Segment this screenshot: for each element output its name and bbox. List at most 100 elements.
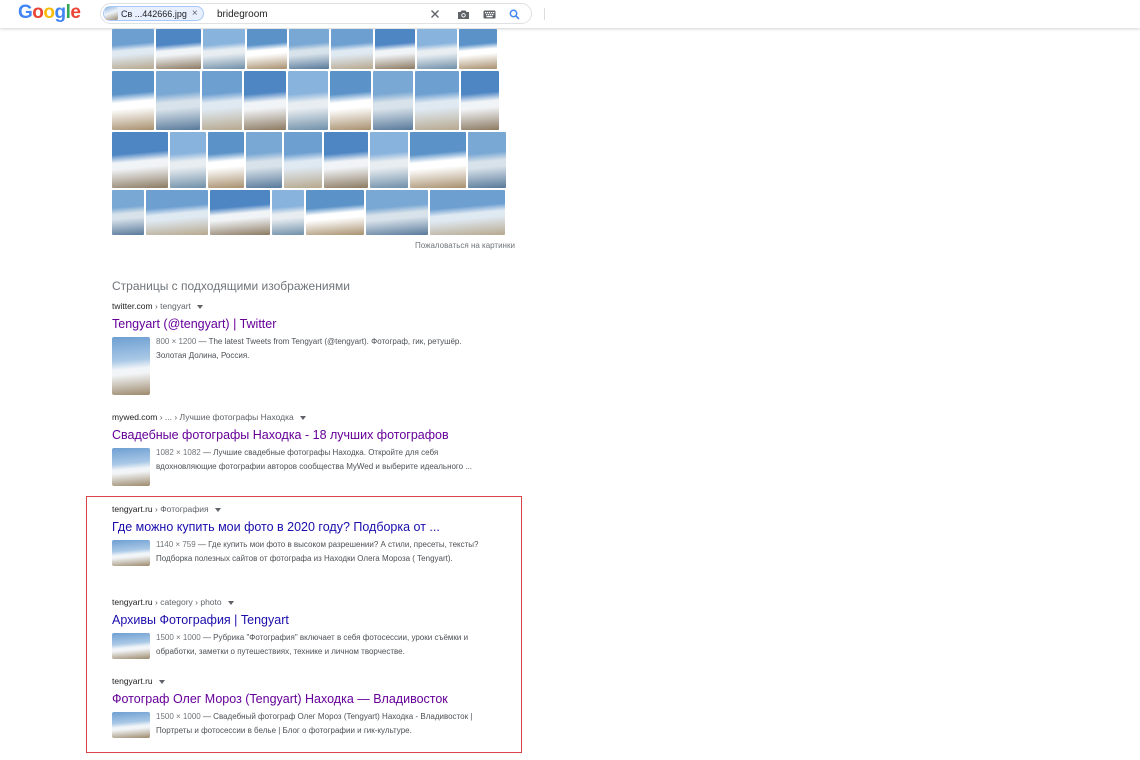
result-thumbnail[interactable]: [112, 712, 150, 738]
result-site: twitter.com: [112, 301, 153, 311]
result-title-link[interactable]: Архивы Фотография | Tengyart: [112, 611, 512, 629]
chip-label: Св ...442666.jpg: [121, 8, 187, 19]
image-thumbnail[interactable]: [170, 132, 206, 188]
result-title-link[interactable]: Свадебные фотографы Находка - 18 лучших …: [112, 426, 512, 444]
section-title: Страницы с подходящими изображениями: [112, 279, 351, 293]
search-result: tengyart.ru › Фотография Где можно купить…: [112, 503, 512, 568]
logo-letter: o: [32, 2, 44, 23]
image-thumbnail[interactable]: [284, 132, 322, 188]
result-dimensions: 1500 × 1000: [156, 712, 201, 721]
image-thumbnail[interactable]: [324, 132, 368, 188]
image-thumbnail[interactable]: [330, 71, 371, 130]
report-images-link[interactable]: Пожаловаться на картинки: [415, 241, 515, 250]
image-thumbnail[interactable]: [112, 190, 144, 235]
search-result: tengyart.ru Фотограф Олег Мороз (Tengyart…: [112, 675, 512, 740]
result-snippet: 1140 × 759 — Где купить мои фото в высок…: [156, 538, 486, 566]
result-thumbnail[interactable]: [112, 540, 150, 566]
result-path: › Фотография: [152, 504, 209, 514]
caret-down-icon[interactable]: [299, 415, 306, 420]
image-thumbnail[interactable]: [247, 29, 287, 69]
close-icon[interactable]: [427, 6, 443, 22]
result-title-link[interactable]: Фотограф Олег Мороз (Tengyart) Находка —…: [112, 690, 512, 708]
result-snippet-text: — The latest Tweets from Tengyart (@teng…: [156, 337, 462, 360]
logo-letter: o: [43, 2, 55, 23]
result-site: tengyart.ru: [112, 504, 153, 514]
image-thumbnail[interactable]: [202, 71, 242, 130]
image-thumbnail[interactable]: [370, 132, 408, 188]
image-thumbnail[interactable]: [210, 190, 270, 235]
image-row: [112, 29, 497, 69]
search-icon[interactable]: [506, 6, 522, 22]
toolbar-divider: [544, 8, 545, 20]
image-thumbnail[interactable]: [306, 190, 364, 235]
result-body: 1082 × 1082 — Лучшие свадебные фотографы…: [112, 446, 512, 488]
result-site: tengyart.ru: [112, 676, 153, 686]
result-cite: mywed.com › ... › Лучшие фотографы Наход…: [112, 411, 512, 423]
result-snippet-text: — Свадебный фотограф Олег Мороз (Tengyar…: [156, 712, 473, 735]
image-thumbnail[interactable]: [366, 190, 428, 235]
image-thumbnail[interactable]: [203, 29, 245, 69]
search-result: tengyart.ru › category › photo Архивы Фот…: [112, 596, 512, 661]
result-body: 1140 × 759 — Где купить мои фото в высок…: [112, 538, 512, 568]
image-row: [112, 190, 505, 235]
keyboard-icon[interactable]: [481, 6, 497, 22]
result-title-link[interactable]: Tengyart (@tengyart) | Twitter: [112, 315, 512, 333]
search-box[interactable]: Св ...442666.jpg ×: [100, 3, 545, 24]
result-dimensions: 1500 × 1000: [156, 633, 201, 642]
image-thumbnail[interactable]: [375, 29, 415, 69]
result-cite: tengyart.ru › Фотография: [112, 503, 512, 515]
image-thumbnail[interactable]: [331, 29, 373, 69]
result-title-link[interactable]: Где можно купить мои фото в 2020 году? П…: [112, 518, 512, 536]
image-thumbnail[interactable]: [272, 190, 304, 235]
result-thumbnail[interactable]: [112, 633, 150, 659]
result-snippet: 1500 × 1000 — Рубрика "Фотография" включ…: [156, 631, 486, 659]
image-thumbnail[interactable]: [146, 190, 208, 235]
chip-thumbnail: [105, 7, 118, 20]
image-thumbnail[interactable]: [468, 132, 506, 188]
image-thumbnail[interactable]: [112, 71, 154, 130]
image-thumbnail[interactable]: [459, 29, 497, 69]
result-thumbnail[interactable]: [112, 448, 150, 486]
result-cite: tengyart.ru: [112, 675, 512, 687]
search-result: mywed.com › ... › Лучшие фотографы Наход…: [112, 411, 512, 488]
image-thumbnail[interactable]: [246, 132, 282, 188]
image-thumbnail[interactable]: [289, 29, 329, 69]
image-thumbnail[interactable]: [156, 29, 201, 69]
caret-down-icon[interactable]: [158, 679, 165, 684]
image-thumbnail[interactable]: [417, 29, 457, 69]
image-thumbnail[interactable]: [410, 132, 466, 188]
search-result: twitter.com › tengyart Tengyart (@tengyar…: [112, 300, 512, 397]
result-dimensions: 1140 × 759: [156, 540, 196, 549]
image-thumbnail[interactable]: [415, 71, 459, 130]
result-site: tengyart.ru: [112, 597, 153, 607]
result-snippet: 800 × 1200 — The latest Tweets from Teng…: [156, 335, 486, 363]
result-thumbnail[interactable]: [112, 337, 150, 395]
image-thumbnail[interactable]: [112, 132, 168, 188]
image-thumbnail[interactable]: [156, 71, 200, 130]
result-site: mywed.com: [112, 412, 158, 422]
chip-remove-icon[interactable]: ×: [192, 8, 198, 19]
result-path: › tengyart: [152, 301, 191, 311]
image-thumbnail[interactable]: [244, 71, 286, 130]
image-thumbnail[interactable]: [430, 190, 505, 235]
image-thumbnail[interactable]: [461, 71, 499, 130]
camera-icon[interactable]: [455, 6, 471, 22]
image-thumbnail[interactable]: [288, 71, 328, 130]
result-snippet-text: — Где купить мои фото в высоком разрешен…: [156, 540, 479, 563]
image-thumbnail[interactable]: [373, 71, 413, 130]
google-logo[interactable]: Google: [18, 2, 81, 23]
caret-down-icon[interactable]: [196, 304, 203, 309]
image-row: [112, 132, 506, 188]
search-image-chip[interactable]: Св ...442666.jpg ×: [103, 6, 204, 21]
result-snippet: 1082 × 1082 — Лучшие свадебные фотографы…: [156, 446, 486, 474]
search-input[interactable]: [217, 7, 407, 21]
image-thumbnail[interactable]: [112, 29, 154, 69]
result-snippet-text: — Лучшие свадебные фотографы Находка. От…: [156, 448, 473, 471]
result-body: 800 × 1200 — The latest Tweets from Teng…: [112, 335, 512, 397]
result-snippet-text: — Рубрика "Фотография" включает в себя ф…: [156, 633, 469, 656]
result-body: 1500 × 1000 — Свадебный фотограф Олег Мо…: [112, 710, 512, 740]
caret-down-icon[interactable]: [214, 507, 221, 512]
image-thumbnail[interactable]: [208, 132, 244, 188]
result-cite: tengyart.ru › category › photo: [112, 596, 512, 608]
caret-down-icon[interactable]: [227, 600, 234, 605]
